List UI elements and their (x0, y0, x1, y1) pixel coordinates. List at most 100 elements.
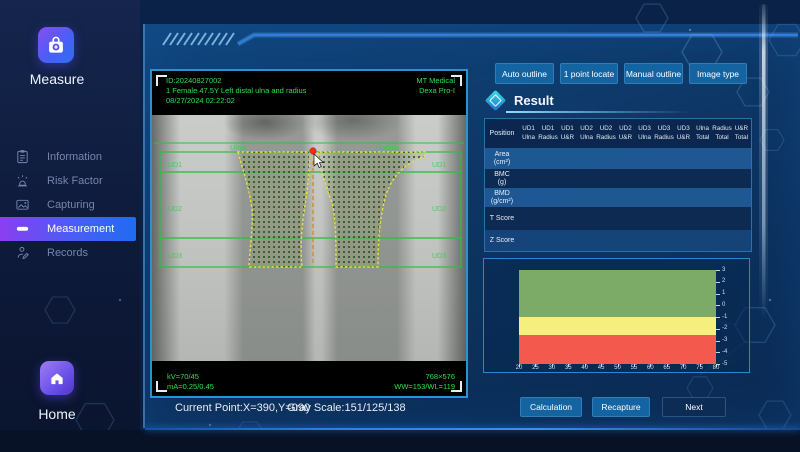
y-tick-mark (716, 294, 720, 295)
row-label: T Score (485, 215, 519, 223)
locate-point-marker (310, 148, 316, 154)
y-tick-label: -2 (722, 325, 727, 331)
y-tick-label: -1 (722, 314, 727, 320)
column-header-ud2-ulna: UD2Ulna (577, 125, 596, 142)
column-header-ud1-ulna: UD1Ulna (519, 125, 538, 142)
roi-box-ud3[interactable] (160, 238, 461, 267)
chart-band-middle-band (519, 317, 716, 335)
y-tick-mark (716, 329, 720, 330)
y-tick-mark (716, 282, 720, 283)
patient-info: 1 Female 47.5Y Left distal ulna and radi… (166, 86, 306, 96)
chart-plot (519, 270, 716, 364)
1-point-locate-button[interactable]: 1 point locate (560, 63, 618, 84)
capture-datetime: 08/27/2024 02:22:02 (166, 96, 306, 106)
image-header-right: MT Medical Dexa Pro-I (416, 76, 455, 96)
x-tick-label: 30 (546, 365, 558, 371)
kv-value: kV=70/45 (167, 372, 214, 382)
column-header-ud1-u-r: UD1U&R (558, 125, 577, 142)
corner-bracket-bottom-left (156, 381, 167, 392)
result-row-area: Area(cm²) (485, 148, 751, 169)
label-ud2-left: UD2 (168, 206, 182, 213)
column-header-ulna-total: UlnaTotal (693, 125, 712, 142)
calculation-button[interactable]: Calculation (520, 397, 582, 417)
chart-band-upper-band (519, 270, 716, 317)
gray-scale-readout: Gray Scale:151/125/138 (287, 402, 406, 414)
image-footer-left: kV=70/45 mA=0.25/0.45 (167, 372, 214, 392)
y-tick-label: 3 (722, 267, 725, 273)
result-section-title: Result (514, 93, 554, 108)
x-tick-label: 75 (694, 365, 706, 371)
label-ud1-left: UD1 (168, 162, 182, 169)
row-label: BMC(g) (485, 171, 519, 187)
patient-id: ID:20240827002 (166, 76, 306, 86)
x-tick-label: 40 (579, 365, 591, 371)
label-ud2-right: UD2 (432, 206, 446, 213)
column-header-ud3-ulna: UD3Ulna (635, 125, 654, 142)
label-ud3-right: UD3 (432, 253, 446, 260)
column-header-ud2-u-r: UD2U&R (616, 125, 635, 142)
x-tick-label: 55 (628, 365, 640, 371)
x-tick-label: 60 (644, 365, 656, 371)
image-viewer: Ulna Radius UD1 UD1 UD2 UD2 UD3 UD3 ID:2… (150, 69, 468, 398)
device-name: MT Medical (416, 76, 455, 86)
label-ud3-left: UD3 (168, 253, 182, 260)
chart-band-lower-band (519, 335, 716, 364)
ma-value: mA=0.25/0.45 (167, 382, 214, 392)
manual-outline-button[interactable]: Manual outline (624, 63, 683, 84)
footer-bar (0, 430, 800, 452)
result-underline (506, 111, 691, 113)
x-tick-label: 65 (661, 365, 673, 371)
x-tick-label: 50 (612, 365, 624, 371)
roi-box-ud2[interactable] (160, 172, 461, 238)
x-tick-label: 80 (710, 365, 722, 371)
result-row-t-score: T Score (485, 207, 751, 230)
column-header-ud2-radius: UD2Radius (596, 125, 616, 142)
image-type-button[interactable]: Image type (689, 63, 747, 84)
result-row-bmd: BMD(g/cm²) (485, 188, 751, 207)
diamond-icon (485, 90, 506, 111)
image-footer-right: 768×576 WW=153/WL=119 (394, 372, 455, 392)
column-header-ud3-radius: UD3Radius (654, 125, 674, 142)
recapture-button[interactable]: Recapture (592, 397, 650, 417)
annotation-overlay: Ulna Radius UD1 UD1 UD2 UD2 UD3 UD3 (152, 115, 466, 361)
y-tick-mark (716, 352, 720, 353)
bone-region-radius (318, 152, 425, 267)
result-table: PositionUD1UlnaUD1RadiusUD1U&RUD2UlnaUD2… (484, 118, 752, 252)
tscore-chart-panel: 3210-1-2-3-4-520253035404550556065707580 (483, 258, 750, 373)
resolution-value: 768×576 (394, 372, 455, 382)
column-header-radius-total: RadiusTotal (712, 125, 732, 142)
x-tick-label: 70 (677, 365, 689, 371)
auto-outline-button[interactable]: Auto outline (495, 63, 554, 84)
x-tick-label: 45 (595, 365, 607, 371)
x-tick-label: 20 (513, 365, 525, 371)
position-header: Position (485, 130, 519, 137)
image-header-left: ID:20240827002 1 Female 47.5Y Left dista… (166, 76, 306, 106)
label-radius: Radius (376, 143, 400, 152)
device-model: Dexa Pro-I (416, 86, 455, 96)
x-tick-label: 35 (562, 365, 574, 371)
y-tick-label: 2 (722, 278, 725, 284)
y-tick-label: -4 (722, 349, 727, 355)
y-tick-mark (716, 305, 720, 306)
result-row-z-score: Z Score (485, 230, 751, 251)
y-tick-mark (716, 317, 720, 318)
label-ulna: Ulna (230, 143, 246, 152)
y-tick-mark (716, 341, 720, 342)
column-header-u-r-total: U&RTotal (732, 125, 751, 142)
row-label: Area(cm²) (485, 151, 519, 167)
result-row-bmc: BMC(g) (485, 169, 751, 188)
bone-region-ulna (238, 152, 310, 267)
y-tick-label: 0 (722, 302, 725, 308)
x-tick-label: 25 (529, 365, 541, 371)
row-label: Z Score (485, 237, 519, 245)
result-table-header-row: PositionUD1UlnaUD1RadiusUD1U&RUD2UlnaUD2… (485, 119, 751, 148)
y-tick-label: 1 (722, 290, 725, 296)
footer-glow-line (145, 428, 800, 430)
row-label: BMD(g/cm²) (485, 190, 519, 206)
column-header-ud1-radius: UD1Radius (538, 125, 558, 142)
next-button[interactable]: Next (662, 397, 726, 417)
label-ud1-right: UD1 (432, 162, 446, 169)
y-tick-label: -5 (722, 361, 727, 367)
column-header-ud3-u-r: UD3U&R (674, 125, 693, 142)
y-tick-mark (716, 270, 720, 271)
